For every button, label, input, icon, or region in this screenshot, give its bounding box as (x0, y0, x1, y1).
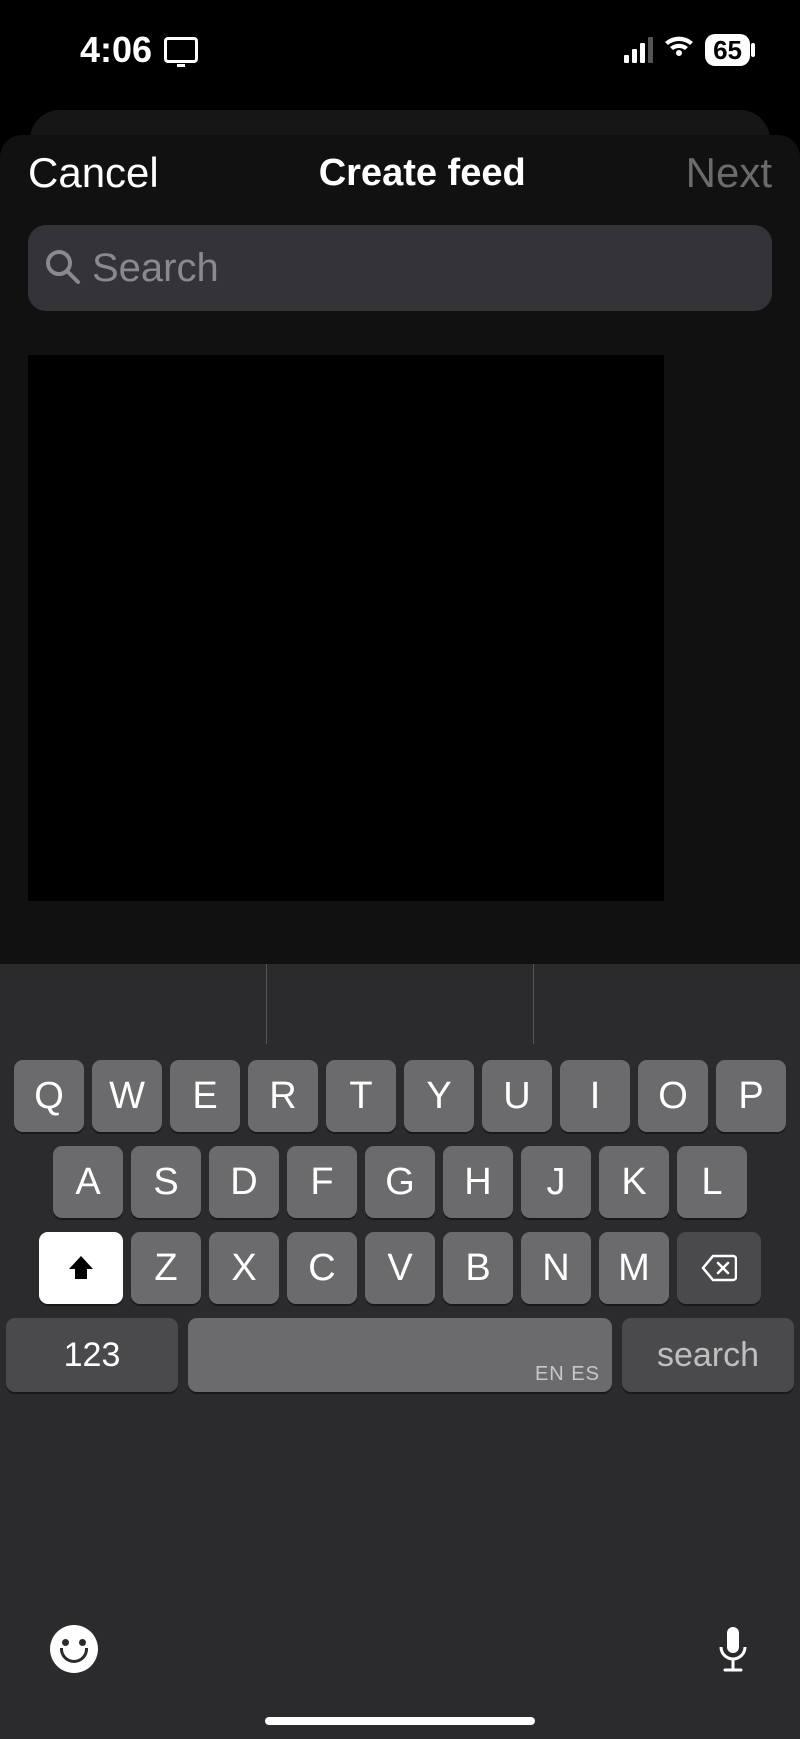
keyboard-row-4: 123 EN ES search (0, 1318, 800, 1392)
key-o[interactable]: O (638, 1060, 708, 1132)
dictation-key[interactable] (716, 1625, 750, 1673)
search-icon (42, 246, 82, 291)
next-button[interactable]: Next (686, 149, 772, 197)
display-icon (164, 37, 198, 63)
key-h[interactable]: H (443, 1146, 513, 1218)
key-a[interactable]: A (53, 1146, 123, 1218)
status-right: 65 (624, 34, 750, 67)
suggestion-slot[interactable] (267, 964, 534, 1044)
keyboard: Q W E R T Y U I O P A S D F G H J K L Z … (0, 964, 800, 1739)
numbers-key[interactable]: 123 (6, 1318, 178, 1392)
key-l[interactable]: L (677, 1146, 747, 1218)
key-c[interactable]: C (287, 1232, 357, 1304)
home-indicator[interactable] (265, 1717, 535, 1725)
keyboard-bottom-row (0, 1609, 800, 1689)
status-bar: 4:06 65 (0, 0, 800, 100)
keyboard-suggestions (0, 964, 800, 1044)
keyboard-row-3: Z X C V B N M (0, 1232, 800, 1304)
key-f[interactable]: F (287, 1146, 357, 1218)
wifi-icon (663, 36, 695, 65)
key-y[interactable]: Y (404, 1060, 474, 1132)
key-k[interactable]: K (599, 1146, 669, 1218)
shift-key[interactable] (39, 1232, 123, 1304)
status-left: 4:06 (80, 29, 198, 71)
key-j[interactable]: J (521, 1146, 591, 1218)
suggestion-slot[interactable] (0, 964, 267, 1044)
key-w[interactable]: W (92, 1060, 162, 1132)
key-v[interactable]: V (365, 1232, 435, 1304)
content-area (28, 355, 664, 901)
key-b[interactable]: B (443, 1232, 513, 1304)
search-key[interactable]: search (622, 1318, 794, 1392)
space-key[interactable]: EN ES (188, 1318, 612, 1392)
cancel-button[interactable]: Cancel (28, 149, 159, 197)
sheet-header: Cancel Create feed Next (0, 135, 800, 225)
search-field[interactable] (28, 225, 772, 311)
cellular-icon (624, 37, 653, 63)
battery-indicator: 65 (705, 34, 750, 67)
key-r[interactable]: R (248, 1060, 318, 1132)
key-e[interactable]: E (170, 1060, 240, 1132)
key-u[interactable]: U (482, 1060, 552, 1132)
emoji-key[interactable] (50, 1625, 98, 1673)
key-g[interactable]: G (365, 1146, 435, 1218)
key-i[interactable]: I (560, 1060, 630, 1132)
key-p[interactable]: P (716, 1060, 786, 1132)
search-input[interactable] (92, 246, 758, 291)
key-s[interactable]: S (131, 1146, 201, 1218)
key-n[interactable]: N (521, 1232, 591, 1304)
keyboard-row-1: Q W E R T Y U I O P (0, 1060, 800, 1132)
status-time: 4:06 (80, 29, 152, 71)
space-key-hint: EN ES (535, 1363, 600, 1386)
key-d[interactable]: D (209, 1146, 279, 1218)
suggestion-slot[interactable] (534, 964, 800, 1044)
key-z[interactable]: Z (131, 1232, 201, 1304)
sheet-title: Create feed (319, 152, 526, 195)
key-t[interactable]: T (326, 1060, 396, 1132)
key-m[interactable]: M (599, 1232, 669, 1304)
backspace-key[interactable] (677, 1232, 761, 1304)
key-x[interactable]: X (209, 1232, 279, 1304)
keyboard-row-2: A S D F G H J K L (0, 1146, 800, 1218)
key-q[interactable]: Q (14, 1060, 84, 1132)
